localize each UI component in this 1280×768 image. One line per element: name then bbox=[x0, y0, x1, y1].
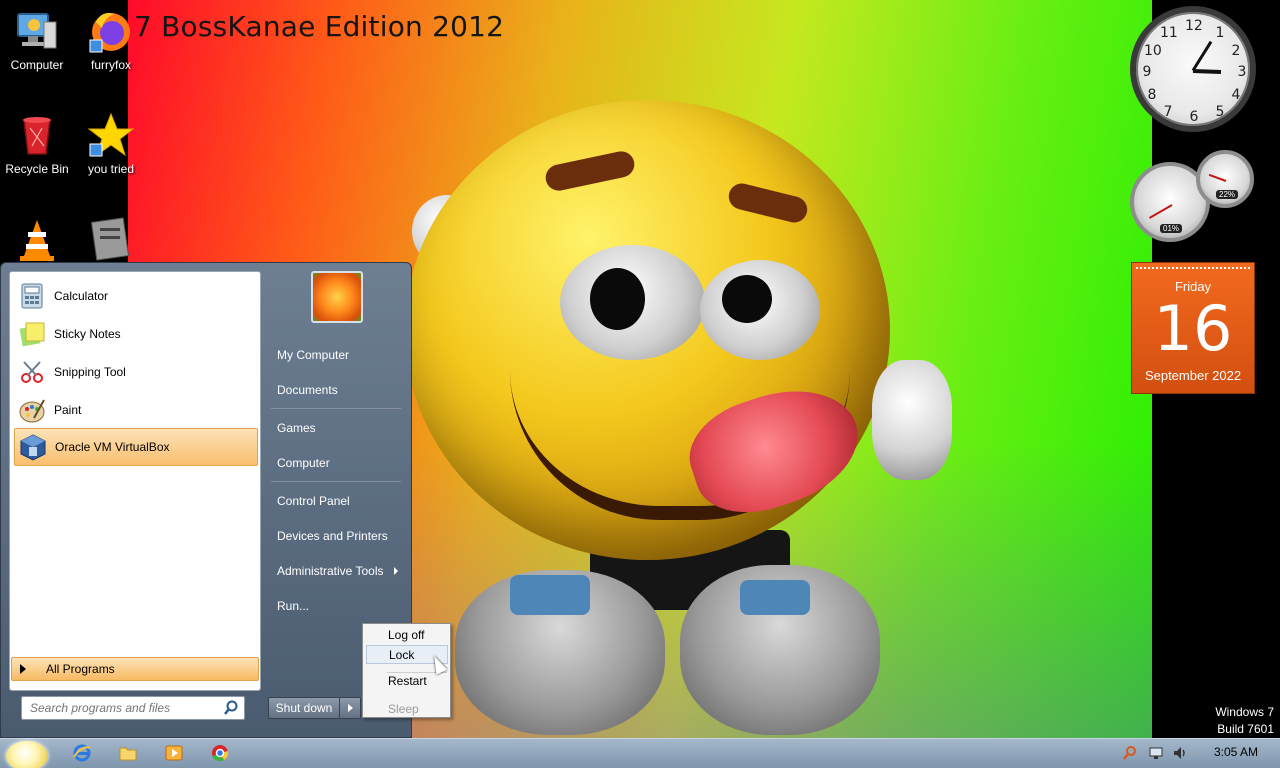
all-programs-label: All Programs bbox=[46, 662, 115, 676]
program-paint[interactable]: Paint bbox=[14, 392, 258, 428]
clock-number: 2 bbox=[1231, 43, 1241, 59]
desktop-icon-label: you tried bbox=[87, 162, 135, 176]
shoe-tongue-left bbox=[510, 575, 590, 615]
start-button[interactable] bbox=[6, 741, 48, 768]
shutdown-options-button[interactable] bbox=[339, 697, 361, 719]
program-label: Snipping Tool bbox=[54, 365, 126, 379]
desktop-icon-label: Computer bbox=[10, 58, 64, 72]
menu-item-computer[interactable]: Computer bbox=[277, 456, 330, 470]
shutdown-label: Shut down bbox=[275, 701, 333, 715]
smiley-right-pupil bbox=[722, 275, 772, 323]
paint-palette-icon bbox=[18, 396, 46, 424]
menu-separator bbox=[271, 408, 401, 409]
memory-meter-gadget[interactable]: 22% bbox=[1196, 150, 1254, 208]
taskbar-clock[interactable]: 3:05 AM bbox=[1208, 745, 1264, 759]
desktop-icon-label: Recycle Bin bbox=[5, 162, 69, 176]
desktop-icon-furryfox[interactable]: furryfox bbox=[71, 8, 151, 72]
clock-hour-hand bbox=[1192, 69, 1222, 74]
smiley-left-pupil bbox=[590, 268, 645, 330]
vlc-icon bbox=[14, 216, 60, 262]
smiley-right-hand bbox=[872, 360, 952, 480]
menu-item-sleep: Sleep bbox=[388, 702, 419, 716]
computer-icon bbox=[14, 8, 60, 54]
menu-item-games[interactable]: Games bbox=[277, 421, 316, 435]
chevron-right-icon bbox=[20, 664, 26, 674]
program-snipping-tool[interactable]: Snipping Tool bbox=[14, 354, 258, 390]
clock-number: 3 bbox=[1237, 64, 1247, 80]
menu-item-my-computer[interactable]: My Computer bbox=[277, 348, 349, 362]
start-menu: Calculator Sticky Notes Snipping Tool Pa… bbox=[0, 262, 412, 738]
clock-number: 1 bbox=[1215, 25, 1225, 41]
chevron-right-icon bbox=[348, 704, 353, 712]
calendar-date: 16 bbox=[1153, 292, 1233, 365]
desktop-icon-document[interactable] bbox=[71, 216, 151, 266]
clock-gadget[interactable]: 12 1 2 3 4 5 6 7 8 9 10 11 bbox=[1130, 6, 1256, 132]
desktop-icon-computer[interactable]: Computer bbox=[0, 8, 77, 72]
start-menu-programs-pane: Calculator Sticky Notes Snipping Tool Pa… bbox=[9, 271, 261, 691]
desktop-icon-vlc[interactable] bbox=[0, 216, 77, 266]
firefox-icon bbox=[88, 8, 134, 54]
cpu-needle bbox=[1148, 204, 1173, 219]
program-calculator[interactable]: Calculator bbox=[14, 278, 258, 314]
all-programs-button[interactable]: All Programs bbox=[11, 657, 259, 681]
cpu-readout: 01% bbox=[1160, 224, 1183, 233]
clock-minute-hand bbox=[1191, 40, 1213, 72]
program-label: Sticky Notes bbox=[54, 327, 121, 341]
search-icon bbox=[223, 700, 239, 716]
os-build: Build 7601 bbox=[1217, 722, 1274, 736]
user-account-picture[interactable] bbox=[311, 271, 363, 323]
chrome-icon[interactable] bbox=[210, 743, 230, 763]
desktop-icon-you-tried[interactable]: you tried bbox=[71, 112, 151, 176]
clock-number: 8 bbox=[1147, 87, 1157, 103]
memory-readout: 22% bbox=[1216, 190, 1239, 199]
clock-number: 9 bbox=[1142, 64, 1152, 80]
wallpaper-title: 7 BossKanae Edition 2012 bbox=[134, 10, 505, 43]
menu-item-administrative-tools[interactable]: Administrative Tools bbox=[277, 564, 384, 578]
internet-explorer-icon[interactable] bbox=[72, 743, 92, 763]
network-icon[interactable] bbox=[1148, 745, 1164, 761]
menu-item-documents[interactable]: Documents bbox=[277, 383, 338, 397]
sticky-notes-icon bbox=[18, 320, 46, 348]
virtualbox-icon bbox=[19, 433, 47, 461]
calendar-month: September 2022 bbox=[1144, 368, 1242, 383]
calendar-gadget[interactable]: Friday 16 September 2022 bbox=[1131, 262, 1255, 394]
program-label: Oracle VM VirtualBox bbox=[55, 440, 170, 454]
menu-item-log-off[interactable]: Log off bbox=[366, 626, 448, 645]
menu-item-run[interactable]: Run... bbox=[277, 599, 309, 613]
clock-number: 10 bbox=[1144, 43, 1162, 59]
shutdown-button[interactable]: Shut down bbox=[268, 697, 340, 719]
program-sticky-notes[interactable]: Sticky Notes bbox=[14, 316, 258, 352]
clock-number: 5 bbox=[1215, 104, 1225, 120]
calendar-rings bbox=[1136, 263, 1250, 269]
os-name: Windows 7 bbox=[1215, 705, 1274, 719]
desktop-icon-recycle-bin[interactable]: Recycle Bin bbox=[0, 112, 77, 176]
menu-separator bbox=[271, 481, 401, 482]
document-icon bbox=[88, 216, 134, 262]
os-version-watermark: Windows 7 Build 7601 bbox=[1215, 704, 1274, 738]
folder-icon[interactable] bbox=[118, 743, 138, 763]
shoe-tongue-right bbox=[740, 580, 810, 615]
clock-number: 7 bbox=[1163, 104, 1173, 120]
clock-number: 11 bbox=[1160, 25, 1178, 41]
desktop-icon-label: furryfox bbox=[90, 58, 131, 72]
scissors-icon bbox=[18, 358, 46, 386]
menu-item-control-panel[interactable]: Control Panel bbox=[277, 494, 350, 508]
search-icon[interactable] bbox=[1122, 745, 1138, 761]
program-virtualbox[interactable]: Oracle VM VirtualBox bbox=[14, 428, 258, 466]
clock-number: 4 bbox=[1231, 87, 1241, 103]
menu-item-devices-and-printers[interactable]: Devices and Printers bbox=[277, 529, 388, 543]
media-player-icon[interactable] bbox=[164, 743, 184, 763]
program-label: Paint bbox=[54, 403, 82, 417]
clock-number: 12 bbox=[1185, 18, 1203, 34]
program-label: Calculator bbox=[54, 289, 109, 303]
recycle-bin-icon bbox=[14, 112, 60, 158]
star-icon bbox=[87, 112, 135, 158]
memory-needle bbox=[1208, 173, 1227, 182]
chevron-right-icon bbox=[394, 567, 398, 575]
taskbar bbox=[0, 738, 1280, 768]
clock-number: 6 bbox=[1189, 109, 1199, 125]
calculator-icon bbox=[18, 282, 46, 310]
volume-icon[interactable] bbox=[1172, 745, 1188, 761]
start-search-input[interactable] bbox=[21, 696, 245, 720]
